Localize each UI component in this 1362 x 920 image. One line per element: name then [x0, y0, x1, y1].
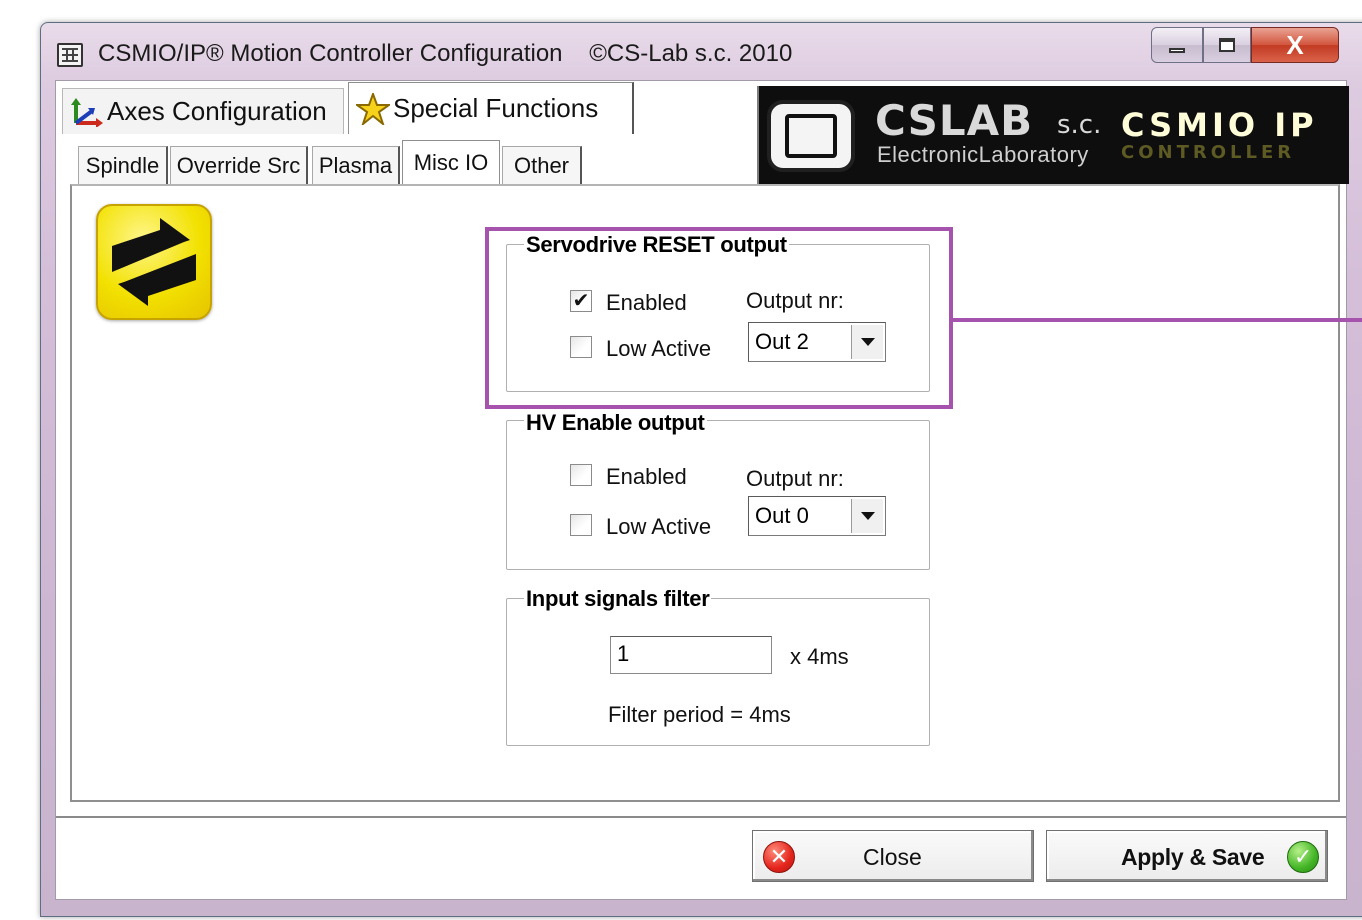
hv-enable-group	[506, 420, 930, 570]
maximize-button[interactable]	[1203, 27, 1251, 63]
chevron-down-icon[interactable]	[851, 499, 883, 533]
group-title: Input signals filter	[524, 586, 712, 612]
divider	[56, 816, 1346, 818]
cslab-logo-banner: CSLAB s.c. ElectronicLaboratory CSMIO IP…	[757, 86, 1349, 184]
subtab-override-src[interactable]: Override Src	[170, 146, 308, 184]
cslab-logo-icon	[767, 100, 855, 172]
hv-enabled-label: Enabled	[606, 464, 687, 489]
cancel-icon: ✕	[763, 841, 795, 873]
app-icon[interactable]	[57, 43, 83, 67]
filter-period-text: Filter period = 4ms	[608, 702, 791, 727]
title-bar[interactable]: CSMIO/IP® Motion Controller Configuratio…	[41, 23, 1362, 81]
button-label: Close	[863, 844, 922, 870]
select-value: Out 0	[755, 503, 809, 528]
hv-low-active-label: Low Active	[606, 514, 712, 539]
logo-suffix: s.c.	[1057, 110, 1102, 140]
hv-low-active-checkbox[interactable]	[570, 514, 592, 536]
logo-subtitle: ElectronicLaboratory	[877, 142, 1089, 167]
minimize-button[interactable]	[1151, 27, 1203, 63]
logo-product-sub: CONTROLLER	[1121, 142, 1296, 163]
tab-axes-configuration[interactable]: Axes Configuration	[62, 88, 344, 134]
maximize-icon	[1219, 38, 1235, 52]
misc-io-icon	[96, 204, 212, 320]
filter-value-input[interactable]: 1	[610, 636, 772, 674]
hv-output-select[interactable]: Out 0	[748, 496, 886, 536]
highlight-connector	[953, 318, 1362, 322]
subtab-plasma[interactable]: Plasma	[312, 146, 400, 184]
window-close-button[interactable]: X	[1251, 27, 1339, 63]
tab-label: Axes Configuration	[107, 96, 327, 126]
subtab-misc-io[interactable]: Misc IO	[402, 140, 500, 184]
subtab-spindle[interactable]: Spindle	[78, 146, 168, 184]
checkmark-circle-icon: ✓	[1287, 841, 1319, 873]
filter-unit-label: x 4ms	[790, 644, 849, 669]
subtab-other[interactable]: Other	[502, 146, 582, 184]
tab-special-functions[interactable]: Special Functions	[348, 82, 634, 134]
logo-product: CSMIO IP	[1121, 106, 1318, 144]
apply-save-button[interactable]: Apply & Save ✓	[1046, 830, 1328, 882]
highlight-box	[485, 227, 953, 409]
window-title: CSMIO/IP® Motion Controller Configuratio…	[98, 40, 793, 67]
hv-enabled-checkbox[interactable]	[570, 464, 592, 486]
group-title: HV Enable output	[524, 410, 707, 436]
axes-icon	[67, 97, 107, 127]
close-button[interactable]: ✕ Close	[752, 830, 1034, 882]
button-label: Apply & Save	[1121, 844, 1265, 870]
minimize-icon	[1169, 47, 1185, 53]
star-icon	[353, 92, 393, 125]
logo-brand: CSLAB	[875, 96, 1034, 145]
hv-output-label: Output nr:	[746, 466, 844, 491]
close-x-icon: X	[1286, 29, 1304, 60]
tab-label: Special Functions	[393, 93, 599, 123]
